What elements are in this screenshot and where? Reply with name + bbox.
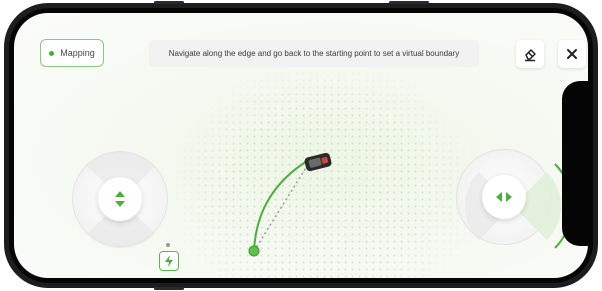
eraser-button[interactable] [516, 40, 544, 68]
indicator-dot [166, 243, 170, 247]
instruction-text: Navigate along the edge and go back to t… [168, 49, 460, 58]
left-right-arrows-icon [496, 192, 512, 202]
forward-backward-joystick[interactable] [72, 151, 168, 248]
phone-device: Mapping Navigate along the edge and go b… [4, 1, 598, 290]
instruction-banner: Navigate along the edge and go back to t… [149, 40, 479, 67]
joystick-knob[interactable] [482, 175, 526, 219]
mapping-label: Mapping [60, 48, 95, 58]
close-button[interactable] [558, 40, 586, 68]
charge-button[interactable] [159, 251, 179, 271]
camera-notch [562, 81, 588, 246]
phone-side-button [389, 1, 429, 4]
phone-side-button [154, 287, 184, 290]
return-guide-line [253, 162, 310, 252]
phone-side-button [154, 1, 184, 4]
eraser-icon [525, 49, 536, 62]
up-down-arrows-icon [115, 191, 125, 207]
lightning-icon [165, 255, 173, 267]
left-right-joystick[interactable] [456, 149, 574, 249]
mower-robot-icon [304, 153, 332, 171]
start-point [248, 245, 260, 257]
app-screen: Mapping Navigate along the edge and go b… [14, 13, 588, 278]
close-icon [567, 49, 577, 59]
joystick-knob[interactable] [98, 177, 142, 221]
status-dot [49, 50, 55, 56]
mapping-status-badge: Mapping [40, 39, 104, 67]
